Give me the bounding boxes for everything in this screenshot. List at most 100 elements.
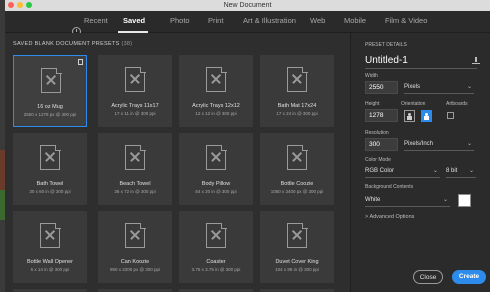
preset-name: Acrylic Trays 12x12 bbox=[192, 103, 240, 109]
create-button[interactable]: Create bbox=[452, 270, 486, 284]
landscape-icon[interactable] bbox=[421, 110, 432, 122]
document-icon bbox=[206, 222, 227, 248]
tab-web[interactable]: Web bbox=[310, 16, 325, 25]
window-controls bbox=[8, 2, 32, 8]
preset-dims: 17 x 24 in @ 300 ppi bbox=[276, 111, 318, 116]
tab-recent[interactable]: Recent bbox=[84, 16, 108, 25]
preset-name: Beach Towel bbox=[119, 181, 151, 187]
preset-dims: 104 x 88 in @ 300 ppi bbox=[275, 267, 319, 272]
preset-dims: 12 x 12 in @ 300 ppi bbox=[195, 111, 237, 116]
presets-panel: SAVED BLANK DOCUMENT PRESETS (38) 16 oz … bbox=[5, 33, 350, 292]
preset-details-label: PRESET DETAILS bbox=[365, 42, 407, 48]
trash-icon[interactable] bbox=[78, 59, 83, 65]
preset-card[interactable]: Bath Towel 30 x 60 in @ 300 ppi bbox=[13, 133, 87, 205]
background-contents-value: White bbox=[365, 197, 381, 203]
tab-mobile[interactable]: Mobile bbox=[344, 16, 366, 25]
tab-art-illustration[interactable]: Art & Illustration bbox=[243, 16, 296, 25]
document-icon bbox=[287, 144, 308, 170]
color-mode-select[interactable]: RGB Color ⌄ bbox=[365, 165, 440, 178]
bit-depth-value: 8 bit bbox=[446, 168, 458, 174]
preset-card[interactable]: Acrylic Trays 11x17 17 x 11 in @ 300 ppi bbox=[98, 55, 172, 127]
resolution-unit-value: Pixels/Inch bbox=[404, 141, 434, 147]
preset-name: Coaster bbox=[206, 259, 226, 265]
document-icon bbox=[41, 67, 62, 93]
preset-dims: 17 x 11 in @ 300 ppi bbox=[114, 111, 156, 116]
width-label: Width bbox=[365, 73, 378, 79]
preset-card[interactable]: Can Koozie 950 x 2200 px @ 300 ppi bbox=[98, 211, 172, 283]
bit-depth-select[interactable]: 8 bit ⌄ bbox=[446, 165, 476, 178]
background-contents-select[interactable]: White ⌄ bbox=[365, 194, 450, 207]
preset-card[interactable]: Bath Mat 17x24 17 x 24 in @ 300 ppi bbox=[260, 55, 334, 127]
presets-header: SAVED BLANK DOCUMENT PRESETS (38) bbox=[13, 41, 132, 47]
chevron-right-icon: > bbox=[365, 214, 369, 220]
close-button[interactable]: Close bbox=[413, 270, 443, 284]
height-input[interactable]: 1278 bbox=[365, 109, 398, 122]
preset-card[interactable]: Bottle Coozie 1050 x 3400 px @ 300 ppi bbox=[260, 133, 334, 205]
portrait-icon[interactable] bbox=[404, 110, 415, 122]
minimize-window-button[interactable] bbox=[17, 2, 23, 8]
chevron-down-icon: ⌄ bbox=[442, 197, 448, 203]
preset-dims: 54 x 20 in @ 300 ppi bbox=[195, 189, 237, 194]
preset-name: Bath Mat 17x24 bbox=[277, 103, 317, 109]
preset-details-panel: PRESET DETAILS Untitled-1 Width 2550 Pix… bbox=[350, 33, 490, 292]
preset-card[interactable]: Bottle Wall Opener 5 x 14 in @ 300 ppi bbox=[13, 211, 87, 283]
presets-count: (38) bbox=[121, 41, 133, 47]
close-window-button[interactable] bbox=[8, 2, 14, 8]
preset-card[interactable]: Body Pillow 54 x 20 in @ 300 ppi bbox=[179, 133, 253, 205]
preset-name: Bottle Coozie bbox=[280, 181, 314, 187]
preset-card[interactable]: Duvet Cover King 104 x 88 in @ 300 ppi bbox=[260, 211, 334, 283]
preset-name: Acrylic Trays 11x17 bbox=[111, 103, 159, 109]
preset-name: Bath Towel bbox=[36, 181, 64, 187]
document-icon bbox=[125, 144, 146, 170]
width-unit-select[interactable]: Pixels ⌄ bbox=[404, 81, 474, 94]
artboards-checkbox[interactable] bbox=[447, 112, 454, 119]
tab-saved[interactable]: Saved bbox=[123, 16, 145, 25]
tab-film-video[interactable]: Film & Video bbox=[385, 16, 427, 25]
artboards-label: Artboards bbox=[446, 101, 468, 107]
document-icon bbox=[40, 144, 61, 170]
color-mode-value: RGB Color bbox=[365, 168, 395, 174]
tab-photo[interactable]: Photo bbox=[170, 16, 190, 25]
preset-card[interactable]: Beach Towel 36 x 72 in @ 300 ppi bbox=[98, 133, 172, 205]
resolution-unit-select[interactable]: Pixels/Inch ⌄ bbox=[404, 138, 474, 151]
preset-name: Bottle Wall Opener bbox=[27, 259, 73, 265]
background-color-swatch[interactable] bbox=[458, 194, 471, 207]
preset-card[interactable]: 16 oz Mug 2550 x 1278 px @ 300 ppi bbox=[13, 55, 87, 127]
window-title: New Document bbox=[223, 2, 272, 9]
preset-dims: 30 x 60 in @ 300 ppi bbox=[29, 189, 71, 194]
resolution-label: Resolution bbox=[365, 130, 389, 136]
width-unit-value: Pixels bbox=[404, 84, 421, 90]
tab-print[interactable]: Print bbox=[208, 16, 223, 25]
preset-dims: 2550 x 1278 px @ 300 ppi bbox=[23, 112, 77, 117]
color-mode-label: Color Mode bbox=[365, 157, 391, 163]
preset-name: Body Pillow bbox=[201, 181, 231, 187]
chevron-down-icon: ⌄ bbox=[432, 168, 438, 174]
document-icon bbox=[125, 222, 146, 248]
advanced-options-toggle[interactable]: > Advanced Options bbox=[365, 214, 414, 220]
preset-dims: 1050 x 3400 px @ 300 ppi bbox=[270, 189, 324, 194]
resolution-input[interactable]: 300 bbox=[365, 138, 398, 151]
document-icon bbox=[287, 222, 308, 248]
preset-dims: 36 x 72 in @ 300 ppi bbox=[114, 189, 156, 194]
height-label: Height bbox=[365, 101, 380, 107]
preset-name: Can Koozie bbox=[120, 259, 150, 265]
preset-dims: 3.75 x 3.75 in @ 300 ppi bbox=[191, 267, 241, 272]
preset-dims: 5 x 14 in @ 300 ppi bbox=[30, 267, 70, 272]
document-icon bbox=[287, 66, 308, 92]
new-document-dialog: New Document Recent Saved Photo Print Ar… bbox=[5, 0, 490, 292]
width-input[interactable]: 2550 bbox=[365, 81, 398, 94]
preset-dims: 950 x 2200 px @ 300 ppi bbox=[109, 267, 161, 272]
advanced-options-label: Advanced Options bbox=[369, 214, 415, 220]
preset-name: 16 oz Mug bbox=[37, 104, 63, 110]
preset-card[interactable]: Coaster 3.75 x 3.75 in @ 300 ppi bbox=[179, 211, 253, 283]
orientation-label: Orientation bbox=[401, 101, 426, 107]
document-name-field[interactable]: Untitled-1 bbox=[365, 55, 477, 69]
chevron-down-icon: ⌄ bbox=[466, 141, 472, 147]
preset-card[interactable]: Acrylic Trays 12x12 12 x 12 in @ 300 ppi bbox=[179, 55, 253, 127]
document-icon bbox=[206, 66, 227, 92]
document-icon bbox=[125, 66, 146, 92]
zoom-window-button[interactable] bbox=[26, 2, 32, 8]
category-tabs: Recent Saved Photo Print Art & Illustrat… bbox=[5, 11, 490, 36]
save-preset-icon[interactable] bbox=[472, 57, 480, 64]
document-icon bbox=[40, 222, 61, 248]
